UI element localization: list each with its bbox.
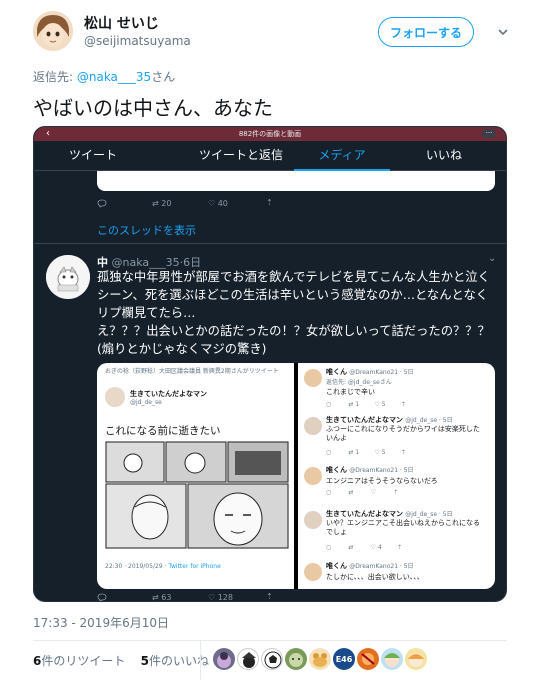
liker-avatar[interactable]: [237, 648, 259, 670]
reply-header: 唯くん @DreamKano21 · 5日: [326, 368, 414, 376]
avatar: [105, 387, 125, 407]
chevron-down-icon[interactable]: [491, 20, 515, 44]
avatar: [304, 467, 322, 485]
reply-to-line: 返信先: @naka___35さん: [33, 68, 175, 85]
screenshot-status-bar: ‹ 882件の画像と動画 ···: [34, 127, 506, 141]
reply-icon: [97, 199, 107, 210]
liker-avatar[interactable]: [261, 648, 283, 670]
divider: [34, 243, 506, 244]
reply-header: 生きていたんだよなマン @jd_de_se · 5日: [326, 416, 453, 424]
avatar: [304, 511, 322, 529]
tweet2-line: え？？？出会いとかの話だったの！？女が欲しいって話だったの？？？: [97, 324, 490, 338]
left-footer: 22:30 · 2019/05/29 · Twitter for iPhone: [105, 563, 221, 570]
tweet2-body: 孤独な中年男性が部屋でお酒を飲んでテレビを見てこんな人生かと泣く シーン、死を選…: [97, 268, 497, 358]
more-icon: ···: [482, 129, 496, 138]
prev-like-count: ♡ 40: [208, 199, 228, 208]
reply-actions: ○ ⇄ 1 ♡ 5 ⇡: [326, 401, 406, 408]
tweet2-like-count: ♡ 128: [208, 593, 233, 602]
show-thread-link: このスレッドを表示: [97, 224, 196, 237]
divider: [33, 640, 507, 641]
chevron-down-icon: ⌄: [488, 253, 497, 264]
liker-avatar[interactable]: [285, 648, 307, 670]
reply-text: これまじで辛い: [326, 388, 375, 396]
tab-tweets-replies: ツイートと返信: [198, 148, 283, 162]
like-stat[interactable]: 5件のいいね: [141, 654, 209, 668]
tweet2-line: 孤独な中年男性が部屋でお酒を飲んでテレビを見てこんな人生かと泣く: [97, 270, 490, 284]
follow-button[interactable]: フォローする: [378, 17, 474, 47]
media-count-label: 882件の画像と動画: [238, 130, 302, 138]
liker-avatar[interactable]: [357, 648, 379, 670]
left-text: これになる前に逝きたい: [105, 425, 221, 437]
share-icon: ⇡: [266, 198, 273, 207]
tweet2-avatar: [46, 255, 90, 299]
previous-tweet-media: [97, 171, 495, 191]
tweet2-line: リプ欄見てたら…: [97, 306, 196, 320]
liker-avatar[interactable]: [309, 648, 331, 670]
reply-handle-link[interactable]: @naka___35: [77, 70, 151, 84]
media-right-screenshot: 唯くん @DreamKano21 · 5日 返信先: @jd_de_seさん こ…: [298, 363, 495, 589]
author-name[interactable]: 松山 せいじ: [84, 13, 159, 33]
tweet-timestamp[interactable]: 17:33 - 2019年6月10日: [33, 614, 169, 631]
tweet2-line: (煽りとかじゃなくマジの驚き): [97, 342, 267, 356]
avatar: [304, 369, 322, 387]
author-avatar[interactable]: [33, 11, 73, 51]
prev-retweet-count: ⇄ 20: [152, 199, 172, 208]
engagement-stats: 6件のリツイート 5件のいいね: [33, 652, 209, 669]
tweet-text: やばいのは中さん、あなた: [33, 96, 273, 120]
reply-actions: ○ ⇄ ♡ 4 ⇡: [326, 544, 403, 551]
avatar: [304, 417, 322, 435]
liker-avatar[interactable]: [381, 648, 403, 670]
divider: [200, 640, 201, 680]
reply-text: いや？エンジニアこそ出会いねえからこれになるでしょ: [326, 519, 480, 536]
reply-header: 生きていたんだよなマン @jd_de_se · 5日: [326, 510, 453, 518]
tab-tweets: ツイート: [68, 148, 117, 162]
tweet2-retweet-count: ⇄ 63: [152, 593, 172, 602]
retweet-stat[interactable]: 6件のリツイート: [33, 654, 125, 668]
reply-actions: ○ ⇄ 1 ♡ 5 ⇡: [326, 449, 406, 456]
tab-likes: いいね: [425, 148, 462, 162]
tweet2-line: シーン、死を選ぶほどこの生活は辛いという感覚なのか…となんとなく: [97, 288, 489, 302]
attached-screenshot[interactable]: ‹ 882件の画像と動画 ··· ツイート ツイートと返信 メディア いいね ⇄…: [33, 126, 507, 602]
liker-avatar[interactable]: [213, 648, 235, 670]
back-arrow-icon: ‹: [46, 128, 50, 139]
reply-text: エンジニアはそうそうならないだろ: [326, 477, 438, 485]
author-handle[interactable]: @seijimatsuyama: [84, 34, 191, 48]
liker-avatar-e46[interactable]: E46: [333, 648, 355, 670]
reply-header: 唯くん @DreamKano21 · 5日: [326, 466, 414, 474]
reply-to-note: 返信先: @jd_de_seさん: [326, 379, 392, 386]
tweet2-media: おぎの稔（荻野稔）大田区議会議員 新興異2期さんがリツイート 生きていたんだよな…: [97, 363, 495, 589]
avatar: [304, 563, 322, 581]
left-handle: @jd_de_se: [130, 399, 162, 406]
rt-note: おぎの稔（荻野稔）大田区議会議員 新興異2期さんがリツイート: [105, 368, 279, 375]
share-icon: ⇡: [266, 592, 273, 601]
reply-text: たしかに、、、出会い欲しい、、、: [326, 573, 424, 581]
reply-text: ふつーにこれになりそうだからワイは安楽死したいんよ: [326, 425, 480, 442]
manga-panel-image: [105, 441, 289, 549]
liker-avatar[interactable]: [405, 648, 427, 670]
left-name: 生きていたんだよなマン: [130, 390, 207, 398]
reply-suffix: さん: [151, 70, 176, 84]
reply-icon: [97, 593, 107, 601]
profile-tabs: ツイート ツイートと返信 メディア いいね: [34, 141, 506, 171]
reply-actions: ○ ⇄ ♡ ⇡: [326, 489, 399, 496]
reply-header: 唯くん @DreamKano21 · 5日: [326, 562, 414, 570]
reply-prefix: 返信先:: [33, 70, 77, 84]
tab-media: メディア: [294, 141, 390, 171]
media-left-screenshot: おぎの稔（荻野稔）大田区議会議員 新興異2期さんがリツイート 生きていたんだよな…: [97, 363, 294, 589]
